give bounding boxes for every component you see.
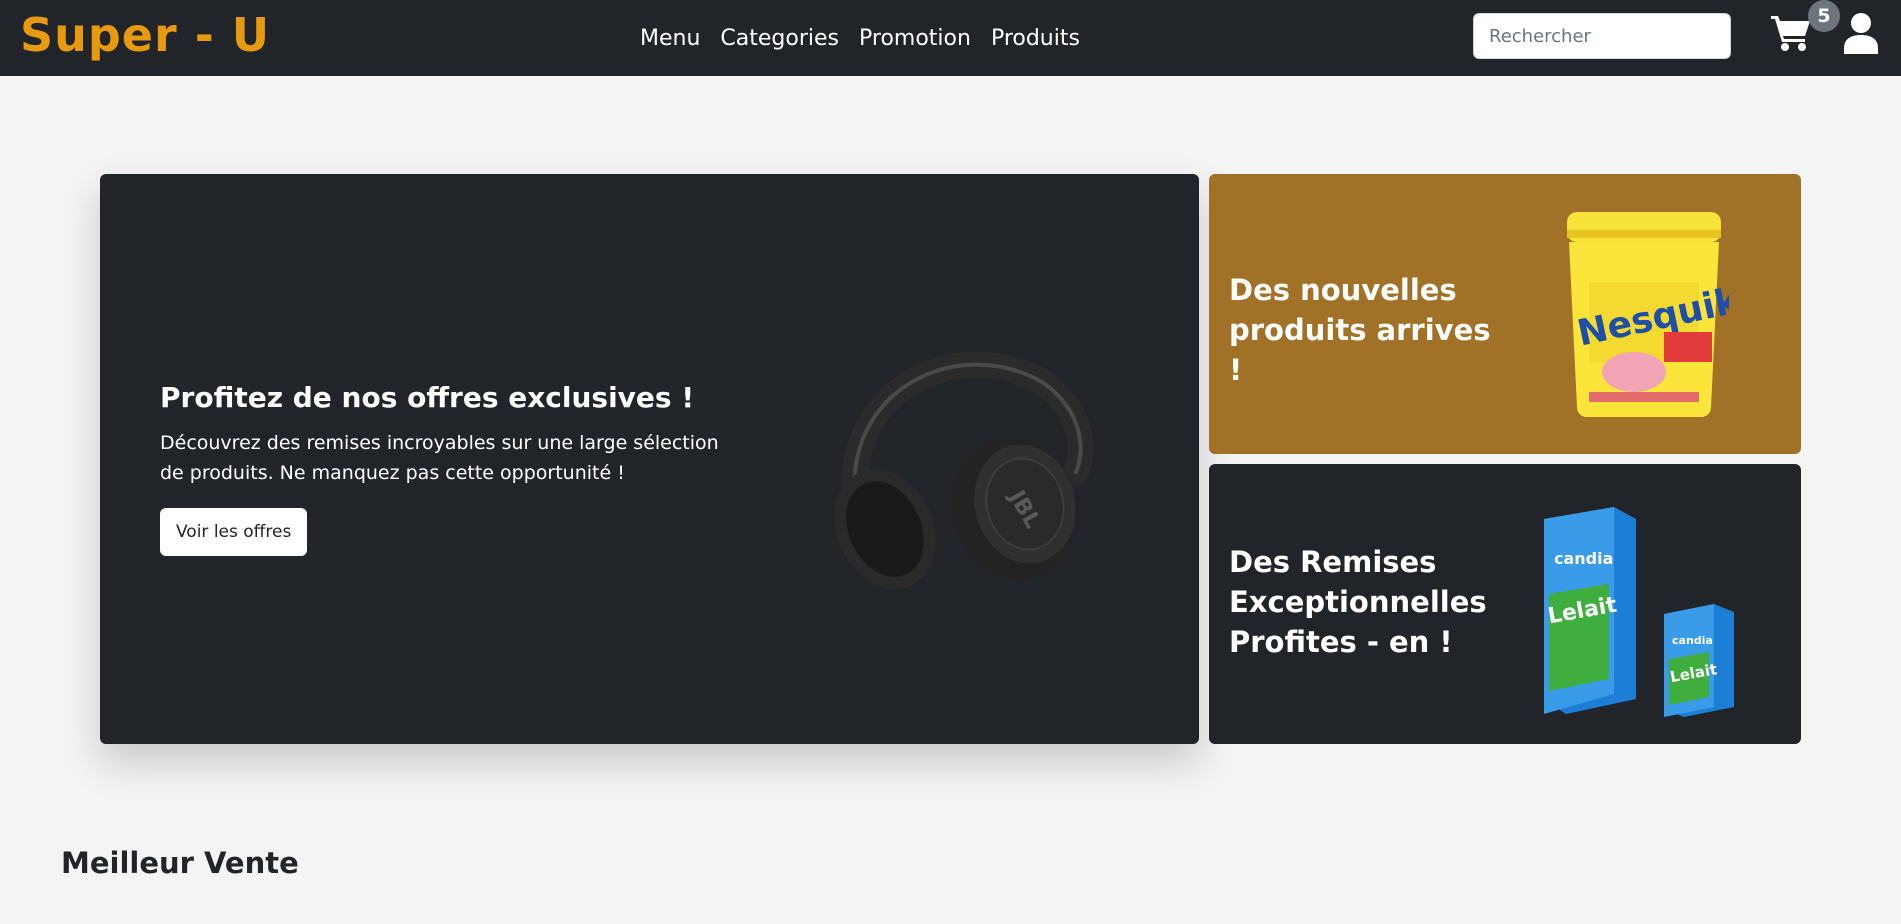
discounts-title: Des Remises Exceptionnelles Profites - e… bbox=[1229, 545, 1487, 659]
cart-count-badge: 5 bbox=[1808, 0, 1840, 32]
candia-milk-image: candia Lelait candia Lelait bbox=[1544, 507, 1734, 717]
brand-logo[interactable]: Super - U bbox=[20, 8, 270, 62]
view-offers-button[interactable]: Voir les offres bbox=[160, 508, 308, 556]
hero-text-block: Profitez de nos offres exclusives ! Déco… bbox=[160, 380, 720, 556]
hero-banner: Profitez de nos offres exclusives ! Déco… bbox=[100, 174, 1199, 744]
nav-link-promotion[interactable]: Promotion bbox=[859, 26, 971, 51]
new-products-card[interactable]: Des nouvelles produits arrives ! Nesquik bbox=[1209, 174, 1801, 454]
cart-icon[interactable] bbox=[1770, 12, 1812, 54]
svg-text:candia: candia bbox=[1672, 634, 1713, 647]
discounts-card[interactable]: Des Remises Exceptionnelles Profites - e… bbox=[1209, 464, 1801, 744]
nav-link-menu[interactable]: Menu bbox=[640, 26, 700, 51]
hero-description: Découvrez des remises incroyables sur un… bbox=[160, 432, 719, 484]
best-sellers-title: Meilleur Vente bbox=[61, 846, 299, 880]
user-icon[interactable] bbox=[1842, 12, 1880, 54]
navbar: Super - U Menu Categories Promotion Prod… bbox=[0, 0, 1901, 76]
headphones-image: JBL bbox=[834, 351, 1094, 589]
hero-title: Profitez de nos offres exclusives ! bbox=[160, 381, 695, 414]
search-input[interactable] bbox=[1473, 13, 1731, 59]
nav-link-produits[interactable]: Produits bbox=[991, 26, 1080, 51]
svg-text:candia: candia bbox=[1554, 549, 1613, 568]
new-products-title: Des nouvelles produits arrives ! bbox=[1229, 273, 1491, 387]
nav-links: Menu Categories Promotion Produits bbox=[640, 0, 1080, 76]
nesquik-image: Nesquik bbox=[1567, 212, 1729, 417]
nav-link-categories[interactable]: Categories bbox=[720, 26, 839, 51]
